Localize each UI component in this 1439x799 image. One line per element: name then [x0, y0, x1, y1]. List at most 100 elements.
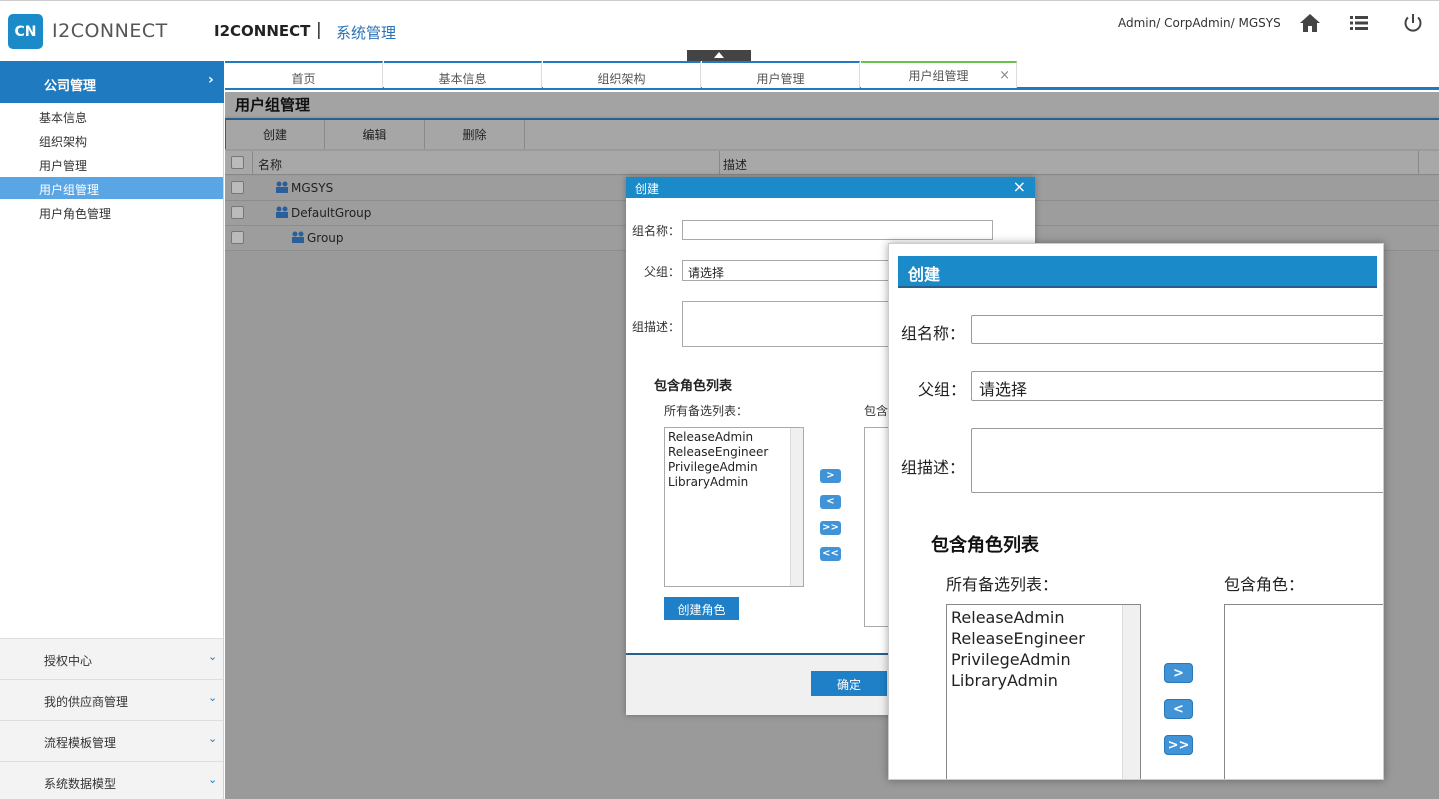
chevron-down-icon: ⌄ — [208, 650, 218, 663]
sidebar-menu-label: 系统数据模型 — [44, 777, 117, 791]
move-all-left-button[interactable]: << — [820, 547, 841, 561]
list-item[interactable]: PrivilegeAdmin — [668, 460, 800, 475]
delete-button[interactable]: 删除 — [425, 120, 525, 149]
group-desc-label: 组描述： — [632, 320, 681, 334]
tab-org[interactable]: 组织架构 — [543, 61, 701, 88]
zoomed-dialog-view: 创建 组名称： 父组： 请选择 组描述： 包含角色列表 所有备选列表： 包含角色… — [888, 243, 1384, 780]
sidebar-item-user-roles[interactable]: 用户角色管理 — [0, 201, 223, 223]
row-checkbox[interactable] — [231, 181, 244, 194]
sidebar-section-label: 公司管理 — [44, 79, 97, 94]
home-icon[interactable] — [1298, 11, 1322, 35]
sidebar-menu-label: 流程模板管理 — [44, 736, 117, 750]
logo-text: I2CONNECT — [52, 20, 168, 42]
row-checkbox[interactable] — [231, 231, 244, 244]
sidebar-menu-workflow[interactable]: 流程模板管理 ⌄ — [0, 720, 223, 761]
tab-users[interactable]: 用户管理 — [702, 61, 860, 88]
scrollbar[interactable] — [1122, 605, 1140, 779]
list-item[interactable]: PrivilegeAdmin — [951, 649, 1136, 670]
sidebar-item-label: 基本信息 — [39, 111, 88, 125]
chevron-down-icon: ⌄ — [208, 773, 218, 786]
available-roles-label: 所有备选列表： — [664, 404, 749, 418]
logo-mark: CN — [8, 14, 43, 49]
list-item[interactable]: ReleaseAdmin — [951, 607, 1136, 628]
move-right-button[interactable]: > — [820, 469, 841, 483]
zoom-role-list-title: 包含角色列表 — [931, 535, 1039, 556]
table-header: 名称 描述 — [225, 151, 1439, 175]
list-menu-icon[interactable] — [1347, 11, 1371, 35]
zoom-group-desc-textarea[interactable] — [971, 428, 1383, 493]
tab-label: 用户组管理 — [908, 69, 969, 83]
scrollbar[interactable] — [790, 428, 803, 586]
zoom-available-roles-list[interactable]: ReleaseAdmin ReleaseEngineer PrivilegeAd… — [946, 604, 1141, 779]
close-icon[interactable]: × — [1013, 177, 1026, 196]
ok-button[interactable]: 确定 — [811, 671, 887, 696]
sidebar-menu-suppliers[interactable]: 我的供应商管理 ⌄ — [0, 679, 223, 720]
move-left-button[interactable]: < — [820, 495, 841, 509]
zoom-group-desc-label: 组描述： — [901, 458, 966, 477]
sidebar: 公司管理 › 基本信息 组织架构 用户管理 用户组管理 用户角色管理 授权中心 … — [0, 61, 224, 799]
dialog-header: 创建 × — [626, 177, 1035, 198]
sidebar-item-label: 用户管理 — [39, 159, 88, 173]
app-header: CN I2CONNECT I2CONNECT | 系统管理 Admin/ Cor… — [0, 0, 1439, 61]
select-all-checkbox[interactable] — [231, 156, 244, 169]
move-all-right-button[interactable]: >> — [820, 521, 841, 535]
sidebar-item-org[interactable]: 组织架构 — [0, 129, 223, 151]
zoom-available-roles-label: 所有备选列表： — [946, 575, 1059, 594]
role-list-title: 包含角色列表 — [654, 379, 733, 394]
zoom-move-all-right-button[interactable]: >> — [1164, 735, 1193, 755]
zoom-group-name-input[interactable] — [971, 315, 1383, 344]
sidebar-item-basic-info[interactable]: 基本信息 — [0, 105, 223, 127]
zoom-parent-group-label: 父组： — [918, 380, 967, 399]
list-item[interactable]: ReleaseEngineer — [951, 628, 1136, 649]
dialog-title: 创建 — [635, 182, 660, 196]
close-icon[interactable]: × — [999, 68, 1010, 83]
zoom-dialog-header: 创建 — [898, 256, 1377, 288]
group-name-input[interactable] — [682, 220, 993, 240]
sidebar-item-label: 用户角色管理 — [39, 207, 112, 221]
available-roles-list[interactable]: ReleaseAdmin ReleaseEngineer PrivilegeAd… — [664, 427, 804, 587]
app-subtitle: 系统管理 — [336, 24, 397, 42]
zoom-move-right-button[interactable]: > — [1164, 663, 1193, 683]
sidebar-menu-auth[interactable]: 授权中心 ⌄ — [0, 638, 223, 679]
chevron-down-icon: ⌄ — [208, 691, 218, 704]
power-icon[interactable] — [1401, 11, 1425, 35]
tab-user-groups[interactable]: 用户组管理 × — [861, 61, 1017, 88]
sidebar-menu-data-model[interactable]: 系统数据模型 ⌄ — [0, 761, 223, 799]
sidebar-item-user-groups[interactable]: 用户组管理 — [0, 177, 223, 199]
included-roles-label: 包含 — [864, 404, 889, 418]
row-name: MGSYS — [291, 181, 334, 195]
page-title: 用户组管理 — [225, 92, 1439, 116]
sidebar-item-label: 组织架构 — [39, 135, 88, 149]
list-item[interactable]: LibraryAdmin — [951, 670, 1136, 691]
zoom-included-roles-list[interactable] — [1224, 604, 1383, 779]
list-item[interactable]: ReleaseAdmin — [668, 430, 800, 445]
toolbar: 创建 编辑 删除 — [225, 118, 1439, 149]
sidebar-section-company[interactable]: 公司管理 › — [0, 61, 224, 103]
list-item[interactable]: LibraryAdmin — [668, 475, 800, 490]
zoom-group-name-label: 组名称： — [901, 324, 966, 343]
group-name-label: 组名称： — [632, 224, 681, 238]
tab-home[interactable]: 首页 — [225, 61, 383, 88]
title-separator: | — [316, 20, 322, 40]
group-icon — [292, 231, 304, 243]
zoom-move-left-button[interactable]: < — [1164, 699, 1193, 719]
group-icon — [276, 181, 288, 193]
edit-button[interactable]: 编辑 — [325, 120, 425, 149]
sidebar-item-users[interactable]: 用户管理 — [0, 153, 223, 175]
collapse-header-toggle[interactable] — [687, 50, 751, 61]
create-button[interactable]: 创建 — [225, 120, 325, 149]
group-icon — [276, 206, 288, 218]
list-item[interactable]: ReleaseEngineer — [668, 445, 800, 460]
zoom-parent-group-select[interactable]: 请选择 — [971, 371, 1383, 401]
sidebar-menu-label: 我的供应商管理 — [44, 695, 129, 709]
tab-basic-info[interactable]: 基本信息 — [384, 61, 542, 88]
row-name: DefaultGroup — [291, 206, 372, 220]
column-name[interactable]: 名称 — [258, 156, 282, 173]
chevron-right-icon: › — [208, 72, 214, 88]
app-title: I2CONNECT — [214, 22, 311, 40]
user-info[interactable]: Admin/ CorpAdmin/ MGSYS — [1118, 16, 1281, 30]
create-role-button[interactable]: 创建角色 — [664, 597, 739, 620]
sidebar-menu-label: 授权中心 — [44, 654, 93, 668]
column-desc[interactable]: 描述 — [723, 156, 747, 173]
row-checkbox[interactable] — [231, 206, 244, 219]
